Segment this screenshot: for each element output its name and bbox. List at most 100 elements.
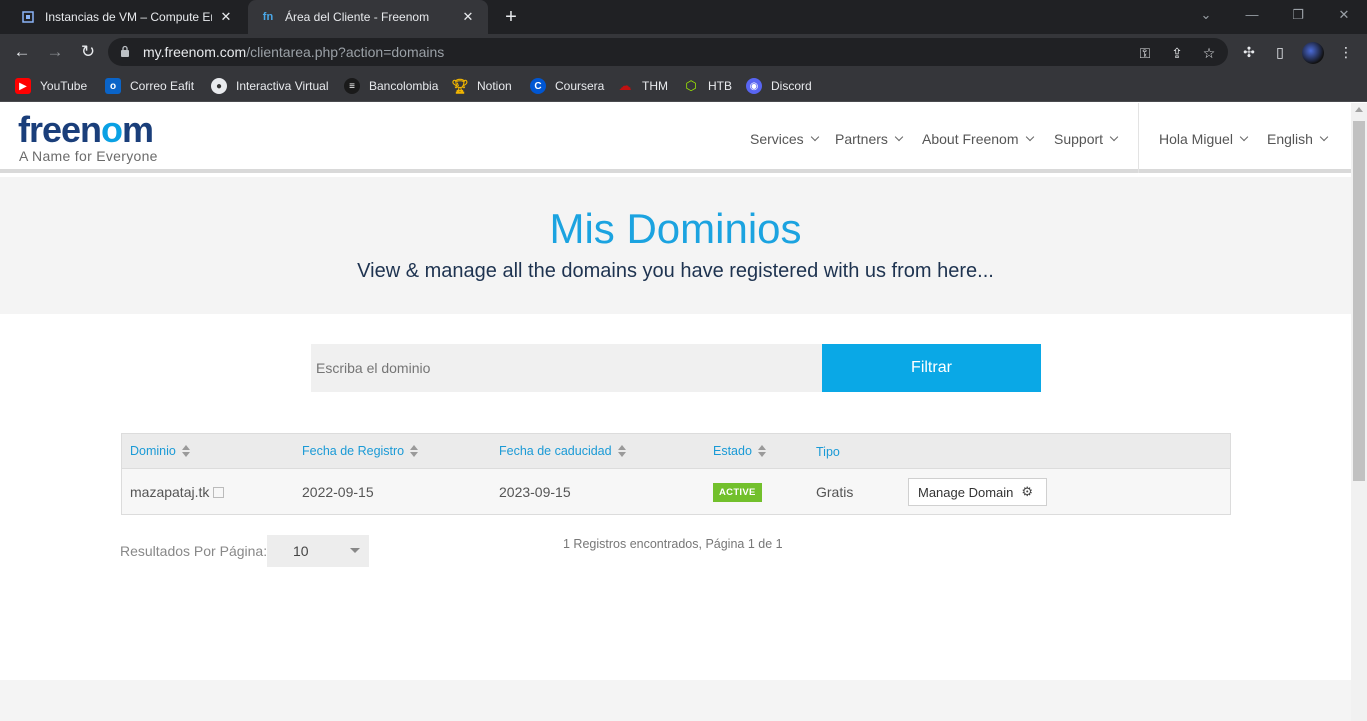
chevron-down-icon: [1109, 132, 1119, 142]
coursera-icon: C: [530, 78, 546, 94]
user-menu[interactable]: Hola Miguel: [1159, 131, 1249, 147]
chevron-down-icon: [1239, 132, 1249, 142]
language-menu[interactable]: English: [1267, 131, 1329, 147]
expiry-date: 2023-09-15: [499, 484, 571, 500]
column-type: Tipo: [816, 445, 840, 459]
bookmarks-bar: ▶ YouTube o Correo Eafit ● Interactiva V…: [0, 70, 1367, 102]
tab-title: Instancias de VM – Compute Engine: [45, 10, 212, 24]
bookmark-bancolombia[interactable]: ≡ Bancolombia: [344, 76, 438, 96]
bookmark-label: Correo Eafit: [130, 79, 195, 93]
page-title: Mis Dominios: [549, 205, 802, 252]
manage-domain-label: Manage Domain: [918, 484, 1014, 500]
results-per-page-value: 10: [293, 543, 309, 559]
new-tab-button[interactable]: +: [500, 6, 522, 28]
compute-engine-icon: [20, 9, 36, 25]
scrollbar-thumb[interactable]: [1353, 121, 1365, 481]
tab-compute-engine[interactable]: Instancias de VM – Compute Engine ✕: [8, 0, 246, 34]
domain-link[interactable]: mazapataj.tk: [130, 484, 225, 500]
bookmark-interactiva-virtual[interactable]: ● Interactiva Virtual: [211, 76, 329, 96]
bookmark-thm[interactable]: ☁ THM: [617, 76, 669, 96]
trophy-icon: 🏆︎: [451, 77, 469, 94]
avatar[interactable]: [1302, 42, 1324, 64]
htb-cube-icon: ⬡: [685, 78, 697, 93]
sort-icon: [181, 445, 190, 457]
results-per-page-select[interactable]: 10: [267, 535, 369, 567]
outlook-icon: o: [105, 78, 121, 94]
domain-type: Gratis: [816, 484, 854, 500]
side-panel-icon[interactable]: ▯: [1270, 42, 1290, 62]
column-expires[interactable]: Fecha de caducidad: [499, 444, 626, 458]
bancolombia-icon: ≡: [344, 78, 360, 94]
chevron-down-icon: [1319, 132, 1329, 142]
extensions-icon[interactable]: ✣: [1239, 42, 1259, 62]
records-summary: 1 Registros encontrados, Página 1 de 1: [563, 537, 783, 551]
key-icon[interactable]: ⚿: [1136, 44, 1154, 62]
column-domain[interactable]: Dominio: [130, 444, 190, 458]
menu-icon[interactable]: ⋮: [1336, 42, 1356, 62]
nav-support[interactable]: Support: [1054, 131, 1119, 147]
window-close-icon[interactable]: ✕: [1321, 0, 1367, 34]
registration-date: 2022-09-15: [302, 484, 374, 500]
bookmark-label: Interactiva Virtual: [236, 79, 329, 93]
bookmark-label: YouTube: [40, 79, 88, 93]
footer-band: [0, 680, 1351, 721]
results-per-page-label: Resultados Por Página:: [120, 543, 268, 559]
bookmark-label: Discord: [771, 79, 812, 93]
reload-icon[interactable]: ↻: [76, 40, 100, 64]
minimize-icon[interactable]: —: [1229, 0, 1275, 34]
sort-icon: [410, 445, 419, 457]
domain-filter-input[interactable]: [311, 344, 822, 392]
column-status[interactable]: Estado: [713, 444, 766, 458]
address-bar[interactable]: my.freenom.com/clientarea.php?action=dom…: [108, 38, 1228, 66]
tab-freenom[interactable]: fn Área del Cliente - Freenom ✕: [248, 0, 488, 34]
chevron-down-icon: [810, 132, 819, 142]
discord-icon: ◉: [746, 78, 762, 94]
freenom-icon: fn: [262, 11, 274, 23]
chevron-down-icon: [350, 548, 360, 553]
freenom-logo[interactable]: freenom: [18, 112, 154, 148]
bookmark-youtube[interactable]: ▶ YouTube: [15, 76, 87, 96]
star-icon[interactable]: ☆: [1200, 44, 1218, 62]
bookmark-discord[interactable]: ◉ Discord: [746, 76, 812, 96]
site-header: freenom A Name for Everyone Services Par…: [0, 103, 1351, 173]
bookmark-coursera[interactable]: C Coursera: [530, 76, 604, 96]
lock-icon: [121, 45, 129, 57]
filter-button[interactable]: Filtrar: [822, 344, 1041, 392]
interactiva-icon: ●: [211, 78, 227, 94]
bookmark-correo-eafit[interactable]: o Correo Eafit: [105, 76, 194, 96]
web-page: freenom A Name for Everyone Services Par…: [0, 103, 1351, 721]
page-subtitle: View & manage all the domains you have r…: [357, 260, 994, 282]
manage-domain-button[interactable]: Manage Domain ⚙: [908, 478, 1047, 506]
tagline: A Name for Everyone: [19, 148, 158, 164]
bookmark-htb[interactable]: ⬡ HTB: [683, 76, 732, 96]
chevron-down-icon: [1025, 132, 1034, 142]
nav-about[interactable]: About Freenom: [922, 131, 1034, 147]
nav-services[interactable]: Services: [750, 131, 819, 147]
table-header: Dominio Fecha de Registro Fecha de caduc…: [122, 434, 1230, 469]
nav-divider: [1138, 103, 1139, 173]
page-scrollbar[interactable]: [1351, 103, 1367, 721]
nav-partners[interactable]: Partners: [835, 131, 904, 147]
browser-toolbar: ← → ↻ my.freenom.com/clientarea.php?acti…: [0, 34, 1367, 70]
bookmark-label: Bancolombia: [369, 79, 439, 93]
tab-title: Área del Cliente - Freenom: [285, 10, 430, 24]
external-link-icon: [213, 487, 225, 498]
back-icon[interactable]: ←: [10, 40, 34, 64]
close-icon[interactable]: ✕: [218, 9, 234, 25]
forward-icon[interactable]: →: [43, 40, 67, 64]
column-registered[interactable]: Fecha de Registro: [302, 444, 419, 458]
youtube-icon: ▶: [15, 78, 31, 94]
scroll-up-icon[interactable]: [1355, 107, 1363, 112]
bookmark-label: Notion: [477, 79, 512, 93]
bookmark-notion[interactable]: 🏆︎ Notion: [451, 76, 512, 96]
url-text: my.freenom.com/clientarea.php?action=dom…: [143, 44, 445, 60]
sort-icon: [757, 445, 766, 457]
status-badge: ACTIVE: [713, 483, 762, 502]
tab-search-icon[interactable]: ⌄: [1183, 0, 1229, 34]
close-icon[interactable]: ✕: [460, 9, 476, 25]
share-icon[interactable]: ⇪: [1168, 44, 1186, 62]
bookmark-label: THM: [642, 79, 668, 93]
restore-icon[interactable]: ❐: [1275, 0, 1321, 34]
page-hero: Mis Dominios View & manage all the domai…: [0, 177, 1351, 314]
sort-icon: [617, 445, 626, 457]
